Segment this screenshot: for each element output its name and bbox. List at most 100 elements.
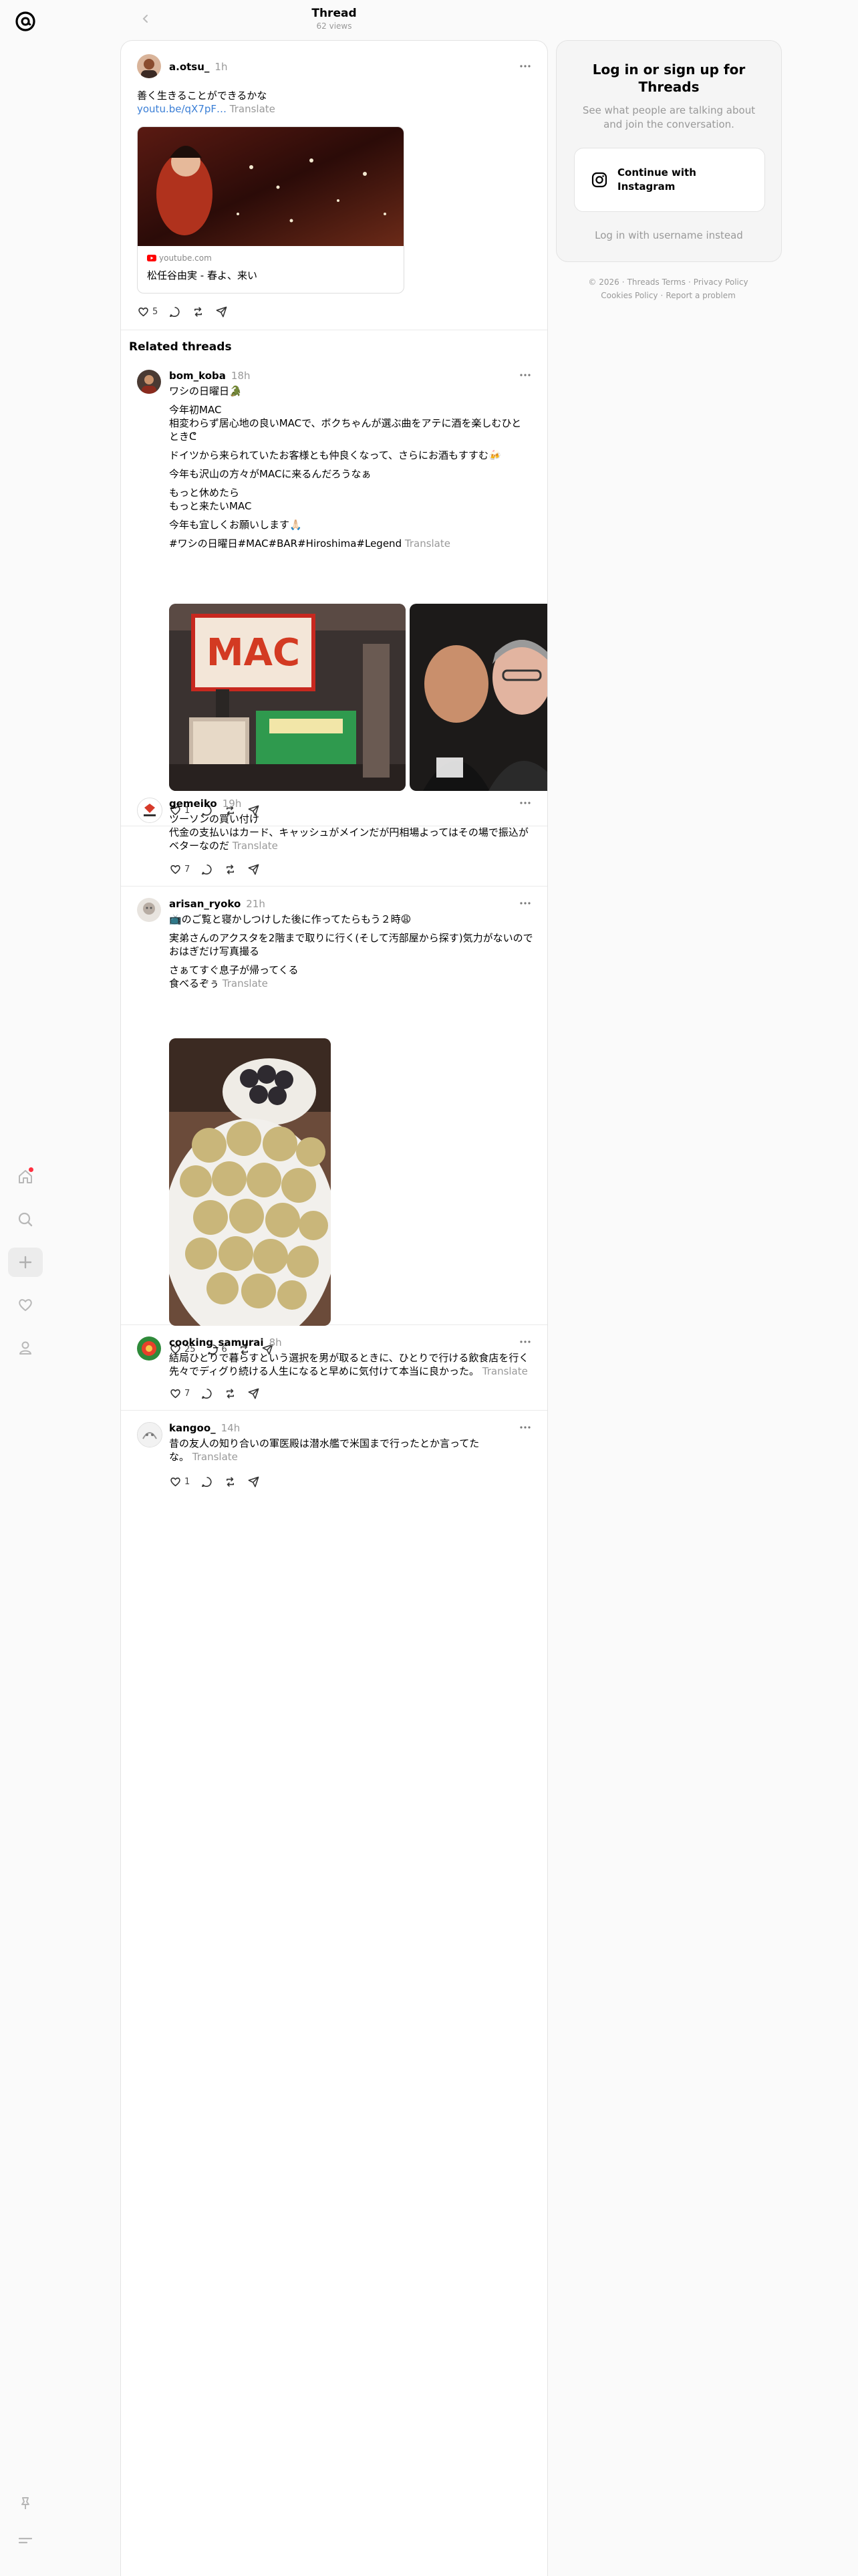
- reply-button[interactable]: [168, 306, 181, 318]
- post-body: 📺のご覧と寝かしつけした後に作ってたらもう２時😩 実弟さんのアクスタを2階まで取…: [169, 913, 533, 989]
- page-title: Thread: [311, 7, 357, 20]
- post-author[interactable]: a.otsu_ 1h: [169, 61, 227, 73]
- username[interactable]: a.otsu_: [169, 61, 209, 73]
- post-author[interactable]: arisan_ryoko 21h: [169, 898, 265, 910]
- footer-link-terms[interactable]: Threads Terms: [627, 277, 686, 287]
- footer-link-cookies[interactable]: Cookies Policy: [601, 291, 658, 300]
- translate-link[interactable]: Translate: [192, 1451, 238, 1463]
- repost-button[interactable]: [224, 1476, 237, 1488]
- nav-pinned[interactable]: [8, 2488, 43, 2518]
- avatar[interactable]: [137, 1336, 161, 1361]
- share-icon: [216, 306, 227, 317]
- nav-create[interactable]: [8, 1248, 43, 1277]
- thread-feed: a.otsu_ 1h 善く生きることができるかな youtu.be/qX7pF… …: [120, 40, 548, 2576]
- footer-link-report[interactable]: Report a problem: [666, 291, 735, 300]
- reply-button[interactable]: [200, 1476, 213, 1488]
- like-count: 1: [184, 1476, 190, 1487]
- reply-button[interactable]: [200, 863, 213, 876]
- footer-link-privacy[interactable]: Privacy Policy: [694, 277, 748, 287]
- share-button[interactable]: [247, 1476, 260, 1488]
- repost-icon: [194, 306, 202, 317]
- like-count: 7: [184, 864, 190, 874]
- more-icon: [520, 65, 531, 68]
- more-icon: [520, 802, 531, 804]
- more-icon: [520, 902, 531, 905]
- heart-icon: [170, 864, 180, 874]
- post-actions: 7: [169, 862, 271, 876]
- post-image-bar-sign[interactable]: MAC: [169, 604, 406, 791]
- post-actions: 5: [137, 304, 239, 319]
- post-time: 1h: [214, 61, 228, 73]
- reply-button[interactable]: [200, 1387, 213, 1400]
- post-author[interactable]: bom_koba 18h: [169, 370, 251, 382]
- nav-profile[interactable]: [8, 1333, 43, 1363]
- repost-button[interactable]: [224, 1387, 237, 1400]
- share-button[interactable]: [247, 863, 260, 876]
- link-preview-card[interactable]: youtube.com 松任谷由実 - 春よ、来い: [137, 126, 404, 294]
- post-link[interactable]: youtu.be/qX7pF…: [137, 103, 227, 115]
- nav-search[interactable]: [8, 1205, 43, 1234]
- repost-button[interactable]: [192, 306, 204, 318]
- avatar[interactable]: [137, 798, 162, 823]
- more-button[interactable]: [518, 370, 533, 380]
- continue-with-instagram-button[interactable]: Continue with Instagram: [574, 148, 765, 212]
- username[interactable]: gemeiko: [169, 798, 217, 810]
- login-with-username-link[interactable]: Log in with username instead: [557, 229, 781, 241]
- like-button[interactable]: 7: [169, 863, 190, 876]
- like-button[interactable]: 1: [169, 1476, 190, 1488]
- threads-logo-icon[interactable]: [13, 9, 37, 33]
- original-post: a.otsu_ 1h 善く生きることができるかな youtu.be/qX7pF… …: [121, 41, 547, 330]
- share-icon: [248, 864, 259, 874]
- nav-more-menu[interactable]: [8, 2526, 43, 2555]
- username[interactable]: bom_koba: [169, 370, 226, 382]
- post-body: 結局ひとりで暮らすという選択を男が取るときに、ひとりで行ける飲食店を行く先々でデ…: [169, 1352, 529, 1377]
- avatar[interactable]: [137, 370, 161, 394]
- avatar[interactable]: [137, 54, 161, 78]
- share-button[interactable]: [247, 1387, 260, 1400]
- more-button[interactable]: [518, 898, 533, 909]
- share-button[interactable]: [215, 306, 228, 318]
- related-post: bom_koba 18h ワシの日曜日🐊 今年初MAC 相変わらず居心地の良いMA…: [121, 358, 547, 826]
- profile-icon: [19, 1341, 31, 1355]
- post-image-selfie[interactable]: [410, 604, 547, 791]
- like-button[interactable]: 5: [137, 306, 158, 318]
- avatar[interactable]: [137, 1422, 162, 1447]
- heart-icon: [170, 1389, 180, 1398]
- translate-link[interactable]: Translate: [482, 1365, 528, 1377]
- reply-icon: [170, 306, 180, 317]
- post-author[interactable]: gemeiko 19h: [169, 798, 241, 810]
- post-image-ohagi[interactable]: [169, 1038, 331, 1326]
- more-button[interactable]: [518, 798, 533, 808]
- username[interactable]: arisan_ryoko: [169, 898, 241, 910]
- heart-icon: [170, 1477, 180, 1486]
- translate-link[interactable]: Translate: [223, 977, 268, 989]
- card-domain: youtube.com: [147, 253, 212, 263]
- nav-home[interactable]: [8, 1162, 43, 1191]
- username[interactable]: kangoo_: [169, 1422, 216, 1434]
- like-button[interactable]: 7: [169, 1387, 190, 1400]
- post-body: ツーソンの買い付け 代金の支払いはカード、キャッシュがメインだが円相場よってはそ…: [169, 813, 529, 852]
- share-icon: [248, 1388, 259, 1399]
- post-author[interactable]: cooking_samurai 8h: [169, 1336, 282, 1349]
- reply-icon: [202, 864, 212, 874]
- more-button[interactable]: [518, 61, 533, 72]
- nav-activity[interactable]: [8, 1290, 43, 1320]
- copyright: © 2026: [588, 277, 619, 287]
- post-body: 善く生きることができるかな youtu.be/qX7pF… Translate: [137, 89, 525, 116]
- translate-link[interactable]: Translate: [230, 103, 275, 115]
- more-icon: [520, 374, 531, 376]
- related-post: cooking_samurai 8h 結局ひとりで暮らすという選択を男が取るときに…: [121, 1324, 547, 1411]
- post-author[interactable]: kangoo_ 14h: [169, 1422, 240, 1434]
- username[interactable]: cooking_samurai: [169, 1336, 264, 1349]
- plus-icon: [19, 1256, 32, 1269]
- translate-link[interactable]: Translate: [405, 538, 450, 550]
- post-actions: 1: [169, 1474, 271, 1489]
- post-text: 善く生きることができるかな: [137, 90, 267, 102]
- avatar[interactable]: [137, 898, 161, 922]
- more-button[interactable]: [518, 1336, 533, 1347]
- pin-icon: [21, 2497, 29, 2509]
- translate-link[interactable]: Translate: [233, 840, 278, 852]
- card-title: 松任谷由実 - 春よ、来い: [147, 269, 257, 281]
- repost-button[interactable]: [224, 863, 237, 876]
- more-button[interactable]: [518, 1422, 533, 1433]
